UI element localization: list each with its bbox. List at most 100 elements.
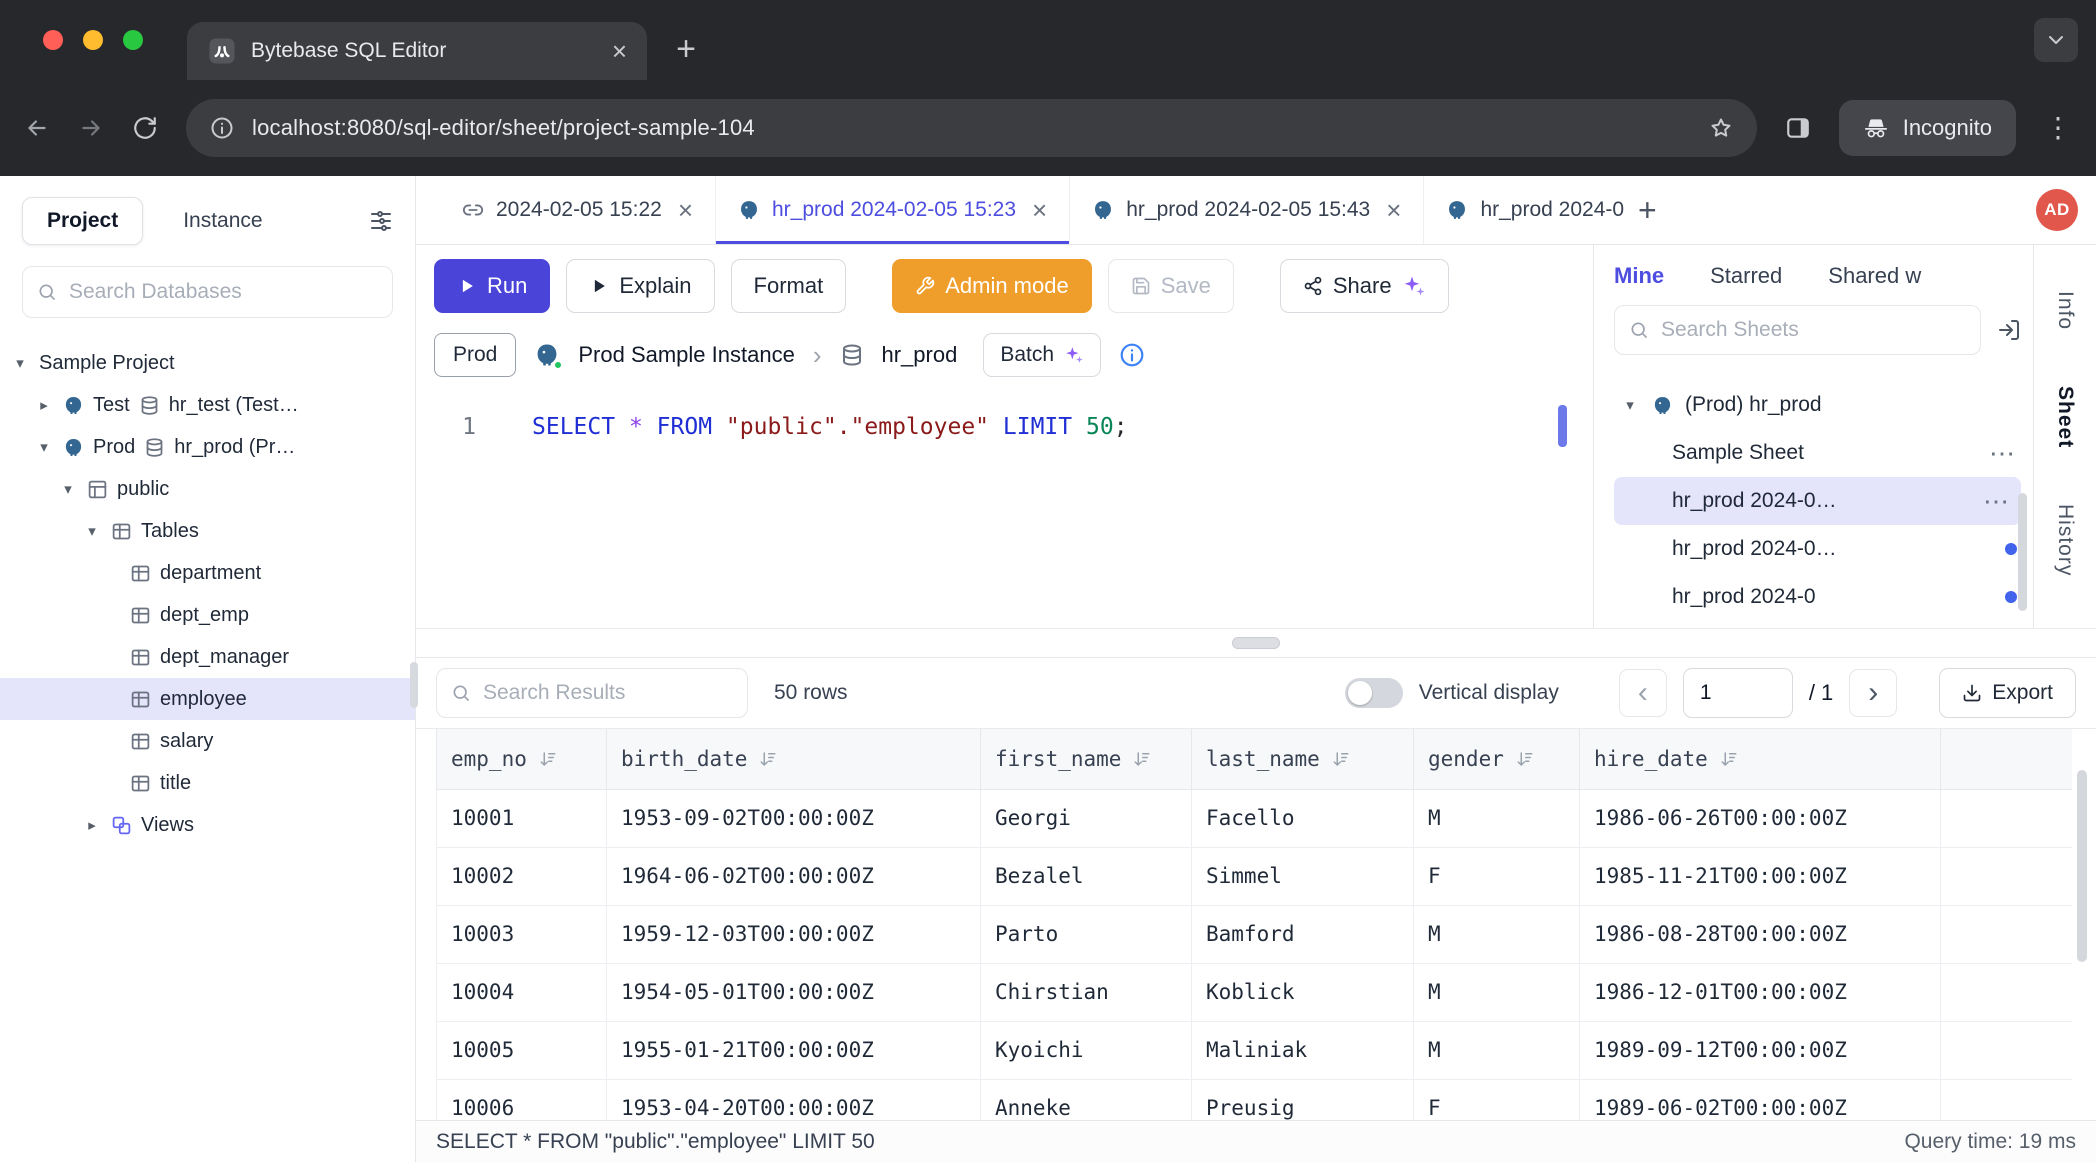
sql-code[interactable]: SELECT * FROM "public"."employee" LIMIT … [506, 407, 1128, 447]
tree-item-views[interactable]: ▸Views [0, 804, 415, 846]
tree-item-dept_emp[interactable]: dept_emp [0, 594, 415, 636]
tree-item-salary[interactable]: salary [0, 720, 415, 762]
column-header-hire_date[interactable]: hire_date [1580, 729, 1941, 789]
caret-down-icon[interactable]: ▾ [10, 354, 30, 372]
user-avatar[interactable]: AD [2036, 189, 2078, 231]
browser-tab[interactable]: Bytebase SQL Editor × [187, 22, 647, 80]
new-tab-button[interactable]: + [668, 32, 704, 66]
rail-tab-history[interactable]: History [2053, 504, 2077, 576]
save-button[interactable]: Save [1108, 259, 1234, 313]
zoom-window-button[interactable] [123, 30, 143, 50]
format-button[interactable]: Format [731, 259, 847, 313]
sort-icon[interactable] [759, 750, 777, 768]
editor-tab[interactable]: 2024-02-05 15:22× [440, 176, 716, 244]
prev-page-button[interactable]: ‹ [1619, 669, 1667, 717]
close-tab-icon[interactable]: × [1032, 197, 1047, 223]
sheet-item[interactable]: Sample Sheet⋯ [1614, 429, 2033, 477]
forward-button[interactable] [78, 115, 104, 141]
vertical-display-toggle[interactable] [1345, 678, 1403, 708]
sheets-tab-shared-w[interactable]: Shared w [1828, 263, 1921, 289]
results-search[interactable] [436, 668, 748, 718]
sql-editor[interactable]: 1 SELECT * FROM "public"."employee" LIMI… [416, 391, 1593, 628]
tree-item-title[interactable]: title [0, 762, 415, 804]
tree-item-tables[interactable]: ▾Tables [0, 510, 415, 552]
database-name[interactable]: hr_prod [882, 342, 958, 368]
side-panel-icon[interactable] [1785, 115, 1811, 141]
close-browser-tab-icon[interactable]: × [612, 38, 627, 64]
instance-name[interactable]: Prod Sample Instance [578, 342, 794, 368]
rail-tab-sheet[interactable]: Sheet [2053, 386, 2077, 448]
new-sheet-button[interactable]: + [1624, 192, 1671, 229]
results-search-input[interactable] [483, 681, 754, 705]
sort-icon[interactable] [1516, 750, 1534, 768]
site-info-icon[interactable] [210, 116, 234, 140]
sort-icon[interactable] [1133, 750, 1151, 768]
database-search[interactable] [22, 266, 393, 318]
open-sheet-icon[interactable] [1997, 318, 2021, 342]
caret-down-icon[interactable]: ▾ [1620, 396, 1640, 414]
editor-scrollbar-marker[interactable] [1558, 405, 1567, 447]
tree-item-public[interactable]: ▾public [0, 468, 415, 510]
explain-button[interactable]: Explain [566, 259, 714, 313]
tree-item-prod-hr_prod[interactable]: ▾Prodhr_prod (Pr… [0, 426, 415, 468]
sidebar-resize-handle[interactable] [410, 662, 418, 708]
sheet-group[interactable]: ▾(Prod) hr_prod [1614, 381, 2033, 429]
splitter-grip[interactable] [1232, 637, 1280, 649]
horizontal-splitter[interactable] [416, 628, 2096, 658]
sort-icon[interactable] [539, 750, 557, 768]
reload-button[interactable] [132, 115, 158, 141]
sheet-menu-icon[interactable]: ⋯ [1983, 491, 2011, 511]
sheets-search-input[interactable] [1661, 318, 1966, 342]
result-row[interactable]: 100011953-09-02T00:00:00ZGeorgiFacelloM1… [437, 789, 2073, 847]
filter-settings-icon[interactable] [369, 209, 393, 233]
close-tab-icon[interactable]: × [678, 197, 693, 223]
batch-button[interactable]: Batch [983, 333, 1101, 377]
rail-tab-info[interactable]: Info [2053, 291, 2077, 330]
result-row[interactable]: 100061953-04-20T00:00:00ZAnnekePreusigF1… [437, 1079, 2073, 1120]
caret-right-icon[interactable]: ▸ [82, 816, 102, 834]
tab-search-button[interactable] [2034, 18, 2078, 62]
tree-item-test-hr_test[interactable]: ▸Testhr_test (Test… [0, 384, 415, 426]
result-row[interactable]: 100031959-12-03T00:00:00ZPartoBamfordM19… [437, 905, 2073, 963]
close-window-button[interactable] [43, 30, 63, 50]
next-page-button[interactable]: › [1849, 669, 1897, 717]
sort-icon[interactable] [1720, 750, 1738, 768]
sheets-tab-starred[interactable]: Starred [1710, 263, 1782, 289]
admin-mode-button[interactable]: Admin mode [892, 259, 1092, 313]
page-number-input[interactable] [1683, 668, 1793, 718]
info-icon[interactable] [1119, 342, 1145, 368]
tree-item-dept_manager[interactable]: dept_manager [0, 636, 415, 678]
environment-chip[interactable]: Prod [434, 333, 516, 377]
editor-tab[interactable]: hr_prod 2024-02-05 15:43× [1070, 176, 1424, 244]
result-row[interactable]: 100021964-06-02T00:00:00ZBezalelSimmelF1… [437, 847, 2073, 905]
tree-item-employee[interactable]: employee [0, 678, 415, 720]
sheets-search[interactable] [1614, 305, 1981, 355]
results-scrollbar[interactable] [2077, 770, 2087, 962]
tree-item-department[interactable]: department [0, 552, 415, 594]
editor-tab[interactable]: hr_prod 2024-0 [1424, 176, 1624, 244]
sheet-item[interactable]: hr_prod 2024-0…⋯ [1614, 477, 2021, 525]
tree-item-sample-project[interactable]: ▾Sample Project [0, 342, 415, 384]
sheets-scrollbar[interactable] [2018, 493, 2027, 611]
column-header-first_name[interactable]: first_name [981, 729, 1192, 789]
editor-tab[interactable]: hr_prod 2024-02-05 15:23× [716, 176, 1070, 244]
sheet-menu-icon[interactable]: ⋯ [1989, 443, 2017, 463]
minimize-window-button[interactable] [83, 30, 103, 50]
column-header-emp_no[interactable]: emp_no [437, 729, 607, 789]
sheets-tab-mine[interactable]: Mine [1614, 263, 1664, 289]
column-header-last_name[interactable]: last_name [1192, 729, 1414, 789]
caret-down-icon[interactable]: ▾ [82, 522, 102, 540]
caret-down-icon[interactable]: ▾ [58, 480, 78, 498]
database-search-input[interactable] [69, 280, 378, 304]
result-row[interactable]: 100051955-01-21T00:00:00ZKyoichiMaliniak… [437, 1021, 2073, 1079]
run-button[interactable]: Run [434, 259, 550, 313]
browser-menu-icon[interactable]: ⋮ [2044, 114, 2072, 142]
address-bar[interactable]: localhost:8080/sql-editor/sheet/project-… [186, 99, 1757, 157]
sheet-item[interactable]: hr_prod 2024-0… [1614, 525, 2033, 573]
back-button[interactable] [24, 115, 50, 141]
result-row[interactable]: 100041954-05-01T00:00:00ZChirstianKoblic… [437, 963, 2073, 1021]
column-header-birth_date[interactable]: birth_date [607, 729, 981, 789]
close-tab-icon[interactable]: × [1386, 197, 1401, 223]
export-button[interactable]: Export [1939, 668, 2076, 718]
caret-down-icon[interactable]: ▾ [34, 438, 54, 456]
